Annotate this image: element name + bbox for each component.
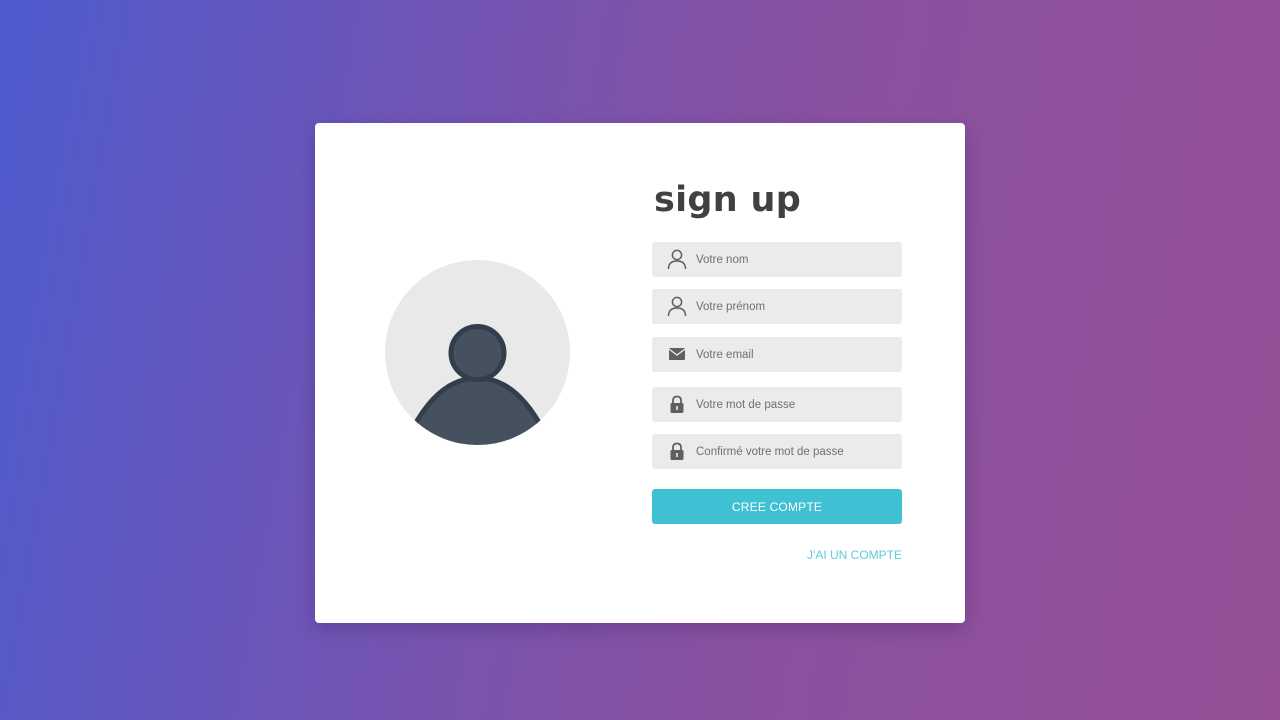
email-field-wrapper <box>652 337 902 372</box>
page-title: sign up <box>654 180 802 220</box>
nom-input[interactable] <box>696 242 892 277</box>
lock-icon <box>666 393 688 415</box>
create-account-button[interactable]: CREE COMPTE <box>652 489 902 524</box>
lock-icon <box>666 440 688 462</box>
user-avatar-icon <box>385 260 570 445</box>
password-field-wrapper <box>652 387 902 422</box>
envelope-icon <box>666 343 688 365</box>
confirm-password-input[interactable] <box>696 434 892 469</box>
prenom-input[interactable] <box>696 289 892 324</box>
password-input[interactable] <box>696 387 892 422</box>
user-icon <box>666 295 688 317</box>
prenom-field-wrapper <box>652 289 902 324</box>
signup-card: sign up Votre nom Votre prénom Votre ema… <box>315 123 965 623</box>
nom-field-wrapper <box>652 242 902 277</box>
email-input[interactable] <box>696 337 892 372</box>
have-account-link[interactable]: J'AI UN COMPTE <box>807 548 902 562</box>
avatar <box>385 260 570 445</box>
user-icon <box>666 248 688 270</box>
confirm-password-field-wrapper <box>652 434 902 469</box>
